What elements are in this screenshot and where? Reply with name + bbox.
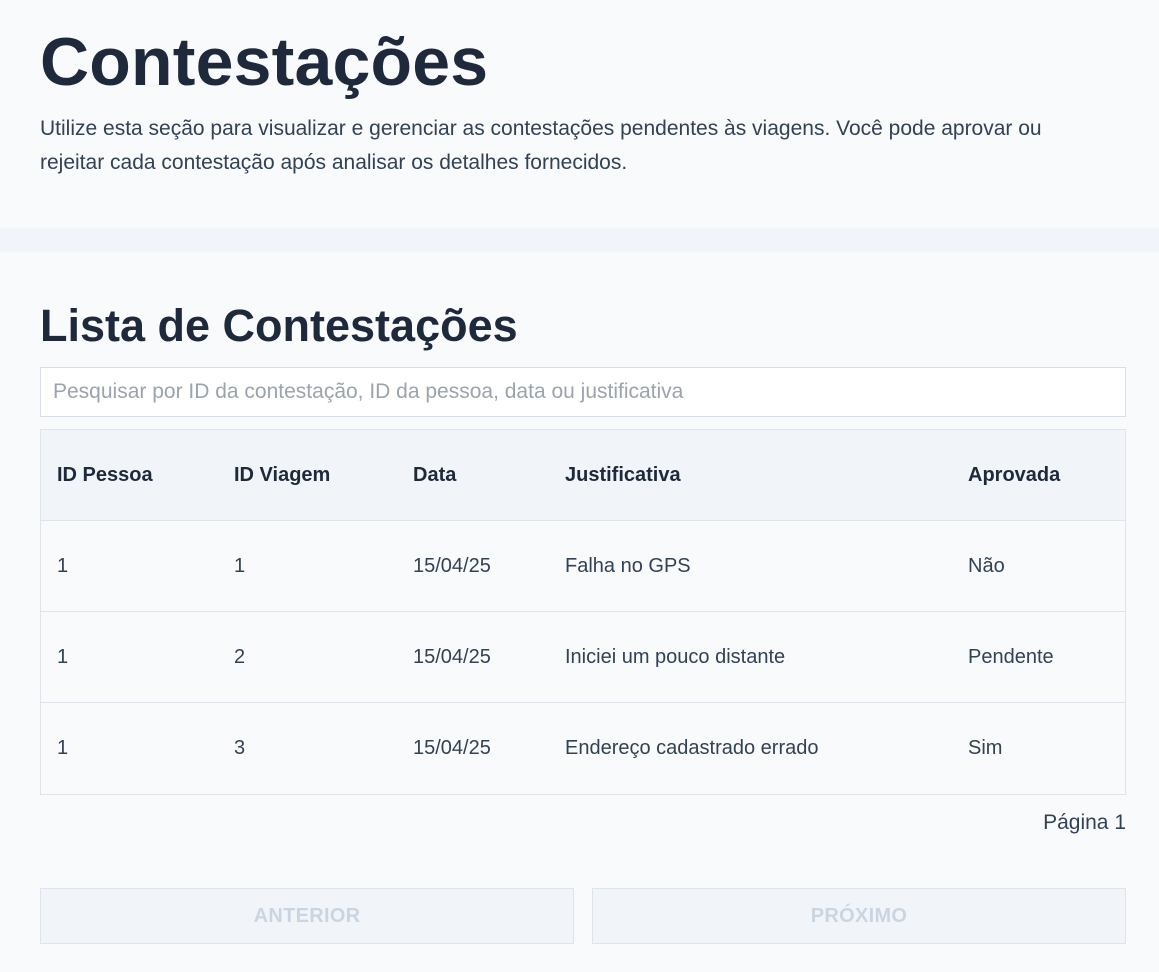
column-header-id-viagem[interactable]: ID Viagem xyxy=(218,464,397,487)
cell-aprovada: Não xyxy=(968,554,1005,577)
cell-data: 15/04/25 xyxy=(413,645,491,668)
column-header-aprovada[interactable]: Aprovada xyxy=(952,464,1125,487)
table-header-row: ID Pessoa ID Viagem Data Justificativa A… xyxy=(41,430,1125,521)
cell-aprovada: Sim xyxy=(968,737,1003,759)
column-header-justificativa[interactable]: Justificativa xyxy=(549,464,952,487)
section-divider xyxy=(0,228,1159,252)
page-indicator: Página 1 xyxy=(1043,811,1126,834)
section-title: Lista de Contestações xyxy=(40,300,518,351)
cell-id-viagem: 1 xyxy=(234,554,246,577)
page-description: Utilize esta seção para visualizar e ger… xyxy=(40,117,1042,174)
search-input[interactable] xyxy=(40,367,1126,417)
cell-justificativa: Iniciei um pouco distante xyxy=(565,645,786,668)
cell-id-viagem: 2 xyxy=(234,645,246,668)
cell-justificativa: Endereço cadastrado errado xyxy=(565,737,819,759)
contestations-section: Lista de Contestações ID Pessoa ID Viage… xyxy=(0,300,1159,944)
column-header-id-pessoa[interactable]: ID Pessoa xyxy=(41,464,218,487)
cell-id-pessoa: 1 xyxy=(57,737,69,759)
previous-page-button[interactable]: ANTERIOR xyxy=(40,888,574,944)
pagination-controls: ANTERIOR PRÓXIMO xyxy=(40,888,1126,944)
cell-id-pessoa: 1 xyxy=(57,554,69,577)
cell-id-viagem: 3 xyxy=(234,737,246,759)
column-header-data[interactable]: Data xyxy=(397,464,549,487)
table-row[interactable]: 1 2 15/04/25 Iniciei um pouco distante P… xyxy=(41,612,1125,703)
next-page-button[interactable]: PRÓXIMO xyxy=(592,888,1126,944)
cell-justificativa: Falha no GPS xyxy=(565,554,691,577)
cell-data: 15/04/25 xyxy=(413,737,491,759)
cell-id-pessoa: 1 xyxy=(57,645,69,668)
contestations-table: ID Pessoa ID Viagem Data Justificativa A… xyxy=(40,429,1126,795)
table-row[interactable]: 1 1 15/04/25 Falha no GPS Não xyxy=(41,521,1125,612)
page-header: Contestações Utilize esta seção para vis… xyxy=(0,0,1159,228)
cell-aprovada: Pendente xyxy=(968,645,1054,668)
page-title: Contestações xyxy=(40,24,489,100)
cell-data: 15/04/25 xyxy=(413,554,491,577)
table-row[interactable]: 1 3 15/04/25 Endereço cadastrado errado … xyxy=(41,703,1125,794)
